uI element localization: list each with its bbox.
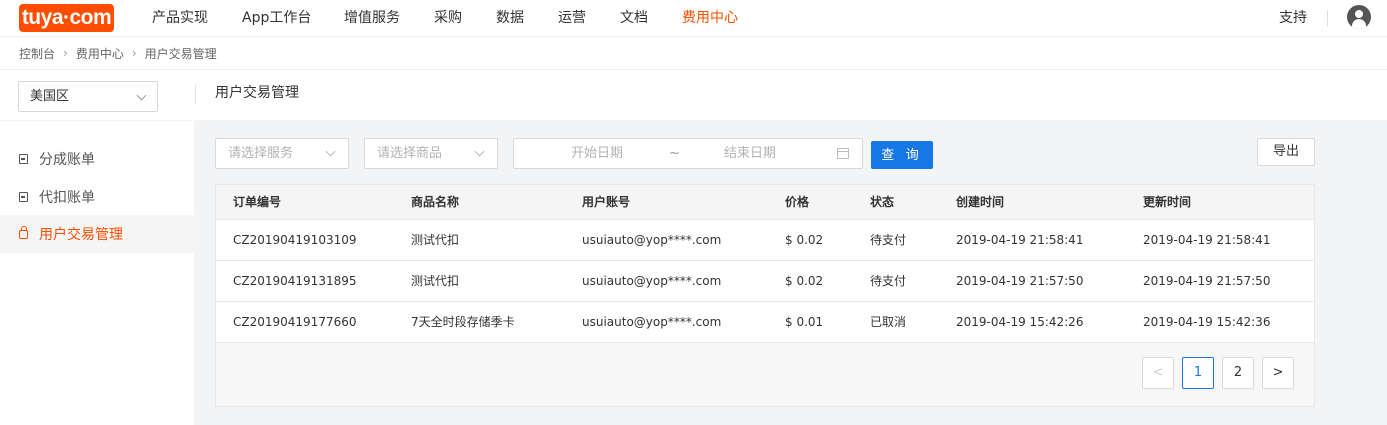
- query-button[interactable]: 查 询: [871, 141, 933, 169]
- document-icon: [19, 192, 28, 202]
- transactions-table: 订单编号 商品名称 用户账号 价格 状态 创建时间 更新时间 CZ2019041…: [216, 185, 1314, 343]
- table-header-row: 订单编号 商品名称 用户账号 价格 状态 创建时间 更新时间: [216, 185, 1314, 220]
- sidebar-item-label: 用户交易管理: [39, 227, 123, 243]
- table-row: CZ20190419177660 7天全时段存储季卡 usuiauto@yop*…: [216, 301, 1314, 343]
- column-header-user-account: 用户账号: [565, 185, 768, 220]
- nav-item-purchase[interactable]: 采购: [434, 0, 462, 36]
- column-header-product-name: 商品名称: [394, 185, 565, 220]
- breadcrumb-console[interactable]: 控制台: [19, 45, 55, 62]
- table-row: CZ20190419103109 测试代扣 usuiauto@yop****.c…: [216, 219, 1314, 261]
- date-range-separator: ~: [669, 146, 680, 161]
- export-button[interactable]: 导出: [1257, 138, 1315, 166]
- breadcrumb-billing[interactable]: 费用中心: [76, 45, 124, 62]
- product-name-cell: 测试代扣: [394, 260, 565, 302]
- service-select[interactable]: 请选择服务: [215, 138, 349, 169]
- chevron-down-icon: [474, 146, 485, 157]
- end-date-input[interactable]: 结束日期: [724, 139, 776, 168]
- nav-item-operations[interactable]: 运营: [558, 0, 586, 36]
- breadcrumb: 控制台 › 费用中心 › 用户交易管理: [0, 36, 1387, 70]
- updated-time-cell: 2019-04-19 21:58:41: [1126, 219, 1314, 261]
- nav-item-value-added[interactable]: 增值服务: [344, 0, 400, 36]
- created-time-cell: 2019-04-19 15:42:26: [939, 301, 1126, 343]
- updated-time-cell: 2019-04-19 21:57:50: [1126, 260, 1314, 302]
- page-1-button[interactable]: 1: [1182, 357, 1214, 389]
- sidebar: 分成账单 代扣账单 用户交易管理: [0, 121, 194, 425]
- product-select-placeholder: 请选择商品: [377, 146, 443, 161]
- shopping-bag-icon: [19, 225, 28, 239]
- main-content: 请选择服务 请选择商品 开始日期 ~ 结束日期 查 询 导出 订单编号 商品名称…: [200, 121, 1387, 425]
- chevron-right-icon: ›: [63, 46, 68, 60]
- service-select-placeholder: 请选择服务: [228, 146, 294, 161]
- calendar-icon: [837, 148, 849, 159]
- price-cell: $ 0.01: [768, 301, 853, 343]
- sidebar-item-label: 代扣账单: [39, 190, 95, 206]
- product-select[interactable]: 请选择商品: [364, 138, 498, 169]
- document-icon: [19, 154, 28, 164]
- created-time-cell: 2019-04-19 21:58:41: [939, 219, 1126, 261]
- region-select[interactable]: 美国区: [18, 81, 158, 112]
- prev-page-button[interactable]: <: [1142, 357, 1174, 389]
- chevron-right-icon: ›: [131, 46, 137, 60]
- order-id-cell: CZ20190419131895: [216, 260, 394, 302]
- product-name-cell: 7天全时段存储季卡: [394, 301, 565, 343]
- nav-item-product[interactable]: 产品实现: [152, 0, 208, 36]
- user-account-cell: usuiauto@yop****.com: [565, 301, 768, 343]
- nav-divider: [1327, 10, 1328, 26]
- region-divider: [195, 84, 196, 104]
- column-header-updated-time: 更新时间: [1126, 185, 1314, 220]
- chevron-down-icon: [325, 146, 336, 157]
- nav-item-docs[interactable]: 文档: [620, 0, 648, 36]
- order-id-cell: CZ20190419103109: [216, 219, 394, 261]
- column-header-price: 价格: [768, 185, 853, 220]
- top-navbar: tuya·com 产品实现 App工作台 增值服务 采购 数据 运营 文档 费用…: [0, 0, 1387, 36]
- status-cell: 已取消: [853, 301, 939, 343]
- page-title: 用户交易管理: [215, 85, 299, 101]
- price-cell: $ 0.02: [768, 260, 853, 302]
- sidebar-item-revenue-share[interactable]: 分成账单: [0, 140, 194, 178]
- user-account-cell: usuiauto@yop****.com: [565, 219, 768, 261]
- sidebar-item-withholding[interactable]: 代扣账单: [0, 178, 194, 216]
- region-select-value: 美国区: [30, 89, 70, 104]
- column-header-status: 状态: [853, 185, 939, 220]
- product-name-cell: 测试代扣: [394, 219, 565, 261]
- created-time-cell: 2019-04-19 21:57:50: [939, 260, 1126, 302]
- support-link[interactable]: 支持: [1279, 0, 1307, 36]
- tuya-logo[interactable]: tuya·com: [19, 4, 114, 32]
- start-date-input[interactable]: 开始日期: [571, 139, 623, 168]
- order-id-cell: CZ20190419177660: [216, 301, 394, 343]
- nav-item-billing[interactable]: 费用中心: [682, 0, 738, 36]
- status-cell: 待支付: [853, 219, 939, 261]
- status-cell: 待支付: [853, 260, 939, 302]
- breadcrumb-current: 用户交易管理: [144, 46, 217, 61]
- user-avatar-icon[interactable]: [1347, 5, 1371, 29]
- updated-time-cell: 2019-04-19 15:42:36: [1126, 301, 1314, 343]
- region-bar: 美国区 用户交易管理: [0, 70, 1387, 120]
- column-header-created-time: 创建时间: [939, 185, 1126, 220]
- price-cell: $ 0.02: [768, 219, 853, 261]
- sidebar-item-label: 分成账单: [39, 152, 95, 168]
- column-header-order-id: 订单编号: [216, 185, 394, 220]
- nav-item-data[interactable]: 数据: [496, 0, 524, 36]
- date-range-picker[interactable]: 开始日期 ~ 结束日期: [513, 138, 863, 169]
- next-page-button[interactable]: >: [1262, 357, 1294, 389]
- page-2-button[interactable]: 2: [1222, 357, 1254, 389]
- sidebar-item-user-transactions[interactable]: 用户交易管理: [0, 215, 194, 253]
- nav-item-app-workbench[interactable]: App工作台: [242, 0, 311, 36]
- chevron-down-icon: [136, 90, 147, 101]
- table-row: CZ20190419131895 测试代扣 usuiauto@yop****.c…: [216, 260, 1314, 302]
- user-account-cell: usuiauto@yop****.com: [565, 260, 768, 302]
